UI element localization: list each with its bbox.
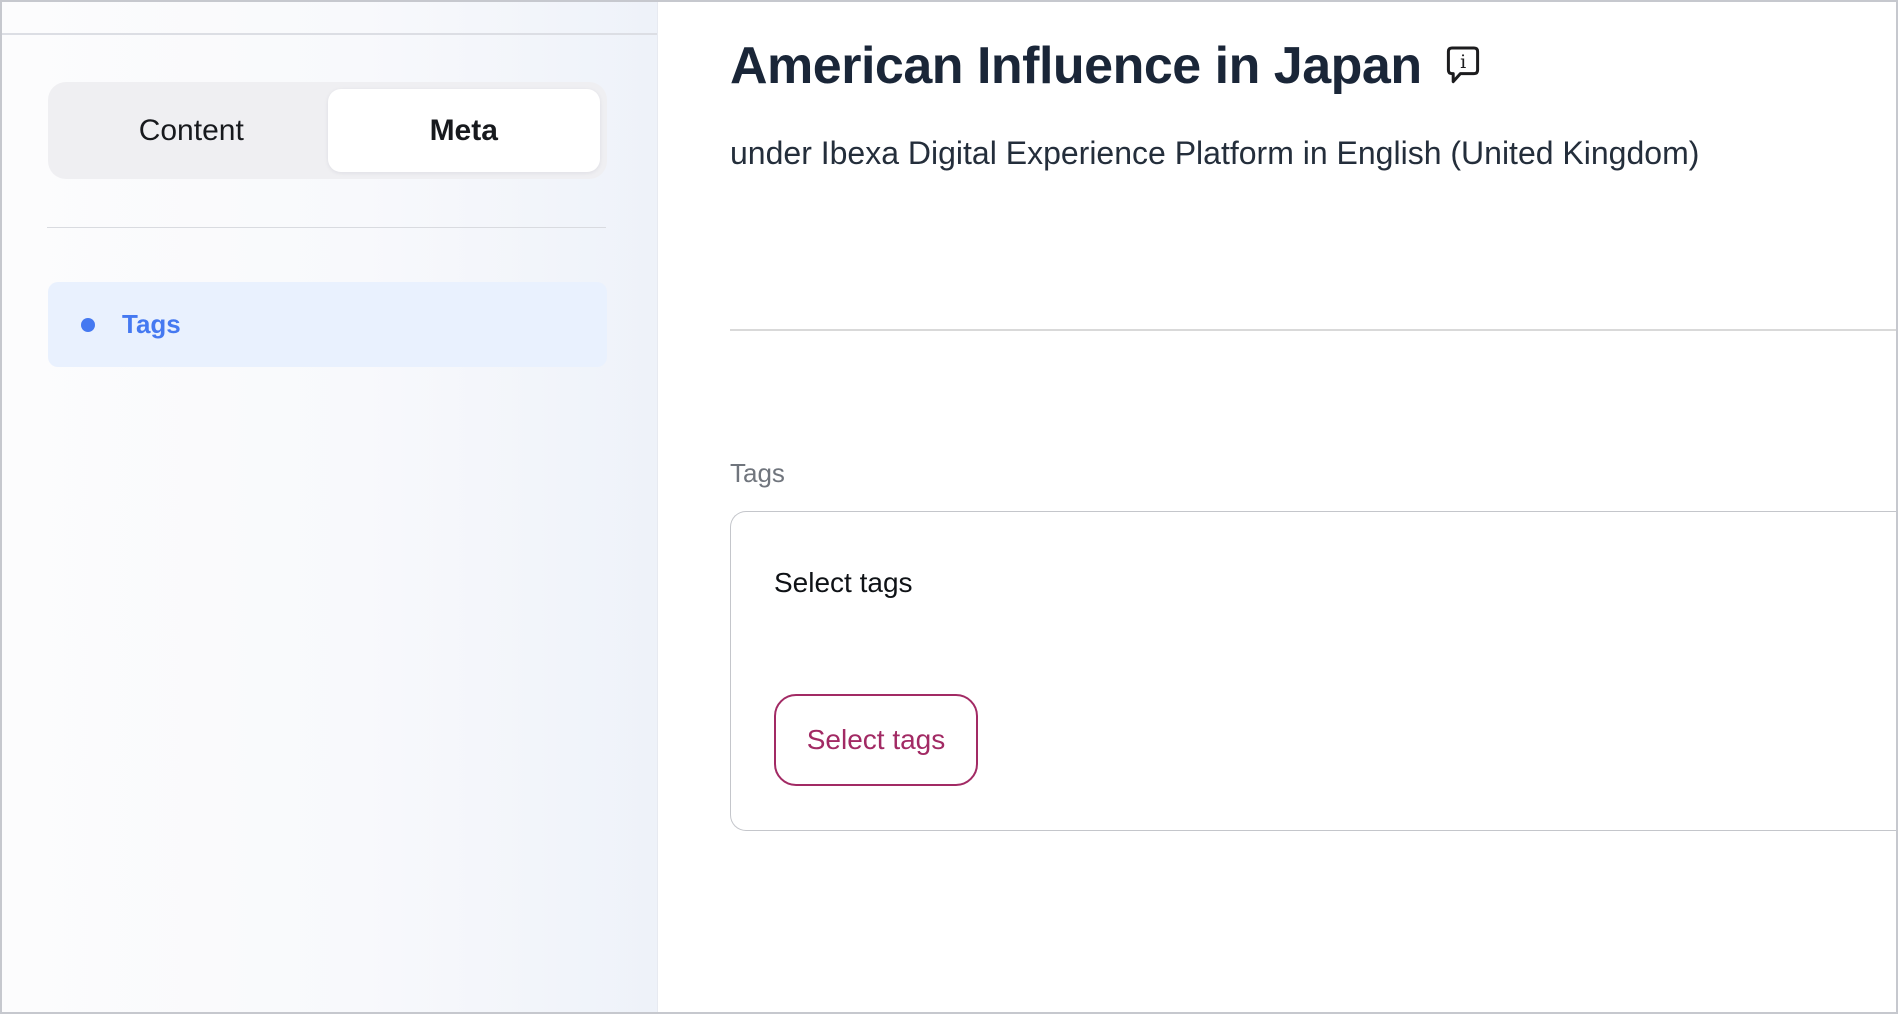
sidebar-item-label: Tags (122, 309, 181, 340)
content-edit-window: Content Meta Tags American Influence in … (0, 0, 1898, 1014)
info-speech-bubble-icon[interactable]: i (1446, 46, 1480, 93)
select-tags-field-label: Select tags (774, 567, 1896, 599)
tab-meta[interactable]: Meta (328, 89, 601, 172)
header-divider (730, 329, 1896, 331)
svg-text:i: i (1460, 51, 1466, 73)
sidebar-item-tags[interactable]: Tags (48, 282, 607, 367)
title-row: American Influence in Japan i (730, 40, 1896, 93)
content-location-subtitle: under Ibexa Digital Experience Platform … (730, 133, 1896, 173)
active-dot-icon (81, 318, 95, 332)
content-meta-switcher: Content Meta (48, 82, 607, 179)
sidebar-divider (47, 227, 606, 228)
tags-group-label: Tags (730, 459, 1896, 489)
main-content: American Influence in Japan i under Ibex… (658, 2, 1896, 1012)
edit-sidebar: Content Meta Tags (2, 2, 658, 1012)
tags-field-card: Select tags Select tags (730, 511, 1896, 831)
tab-content[interactable]: Content (55, 89, 328, 172)
select-tags-button[interactable]: Select tags (774, 694, 978, 786)
page-title: American Influence in Japan (730, 40, 1422, 92)
sidebar-top-strip (2, 2, 657, 35)
